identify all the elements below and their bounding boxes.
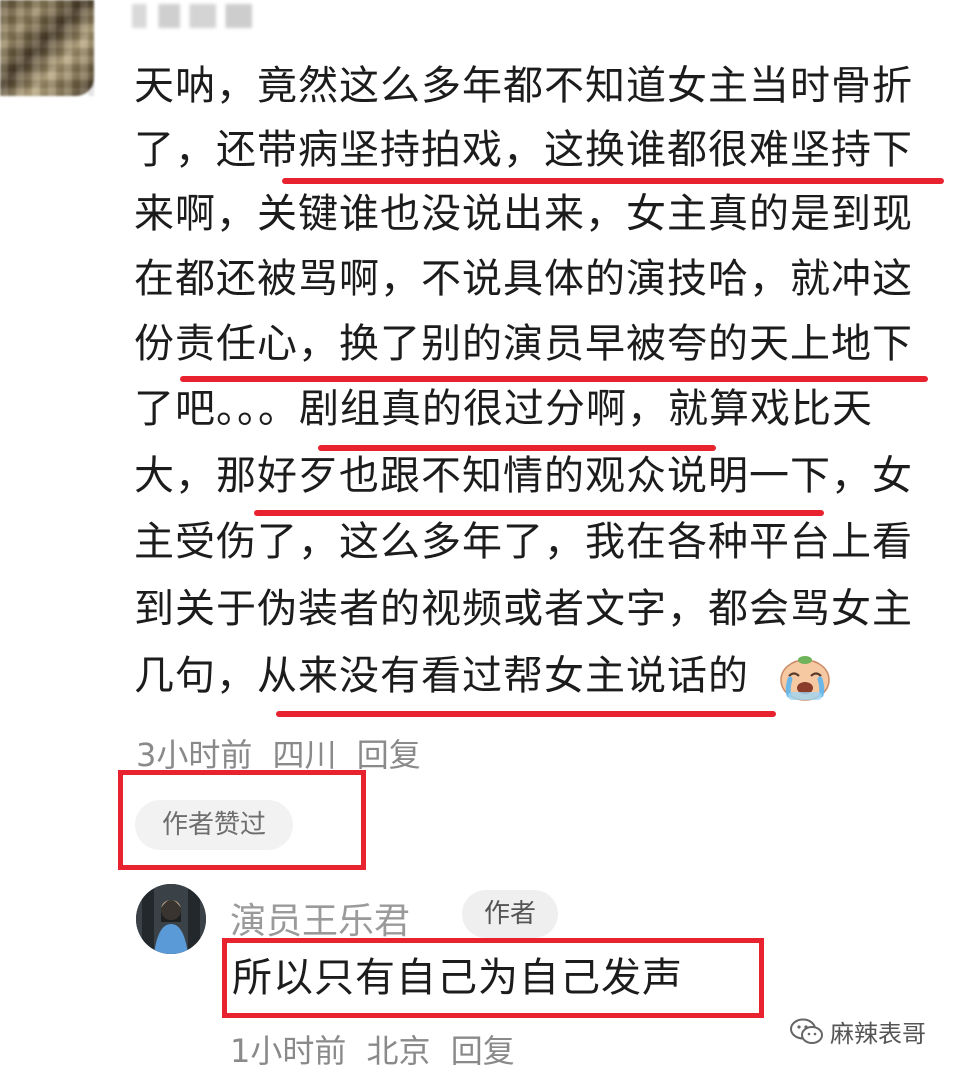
watermark: 麻辣表哥 xyxy=(790,1014,926,1049)
comment-line-10: 几句，从来没有看过帮女主说话的 xyxy=(134,653,749,699)
reply-text: 所以只有自己为自己发声 xyxy=(232,955,683,1001)
reply-reply-button[interactable]: 回复 xyxy=(451,1032,515,1070)
reply-time: 1小时前 xyxy=(230,1032,347,1070)
comment-location: 四川 xyxy=(272,736,337,774)
author-liked-chip: 作者赞过 xyxy=(135,800,293,850)
comment-line-2: 了，还带病坚持拍戏，这换谁都很难坚持下 xyxy=(134,127,913,173)
comment-line-8: 主受伤了，这么多年了，我在各种平台上看 xyxy=(134,519,913,565)
comment-time: 3小时前 xyxy=(136,736,253,774)
comment-line-3: 来啊，关键谁也没说出来，女主真的是到现 xyxy=(134,191,913,237)
reply-avatar[interactable] xyxy=(136,884,206,954)
comment-line-7: 大，那好歹也跟不知情的观众说明一下，女 xyxy=(134,453,913,499)
wechat-icon xyxy=(790,1018,823,1044)
comment-reply-button[interactable]: 回复 xyxy=(357,736,421,774)
author-badge: 作者 xyxy=(462,890,558,938)
commenter-username-blurred[interactable] xyxy=(132,4,252,28)
reply-meta: 1小时前 北京 回复 xyxy=(230,1026,515,1072)
commenter-avatar[interactable] xyxy=(0,0,94,96)
reply-username[interactable]: 演员王乐君 xyxy=(230,892,410,944)
highlight-underline xyxy=(318,445,716,451)
comment-line-6: 了吧。。。剧组真的很过分啊，就算戏比天 xyxy=(134,386,873,432)
comment-line-4: 在都还被骂啊，不说具体的演技哈，就冲这 xyxy=(134,256,913,302)
reply-location: 北京 xyxy=(366,1032,431,1070)
highlight-underline xyxy=(254,510,824,516)
comment-line-9: 到关于伪装者的视频或者文字，都会骂女主 xyxy=(134,586,913,632)
crying-face-emoji xyxy=(780,656,830,701)
highlight-underline xyxy=(180,376,928,382)
comment-line-1: 天呐，竟然这么多年都不知道女主当时骨折 xyxy=(134,63,913,109)
watermark-text: 麻辣表哥 xyxy=(830,1020,926,1048)
reply-avatar-photo xyxy=(136,884,206,954)
comment-line-5: 份责任心，换了别的演员早被夸的天上地下 xyxy=(134,321,913,367)
highlight-underline xyxy=(276,711,776,717)
highlight-underline xyxy=(282,178,944,184)
